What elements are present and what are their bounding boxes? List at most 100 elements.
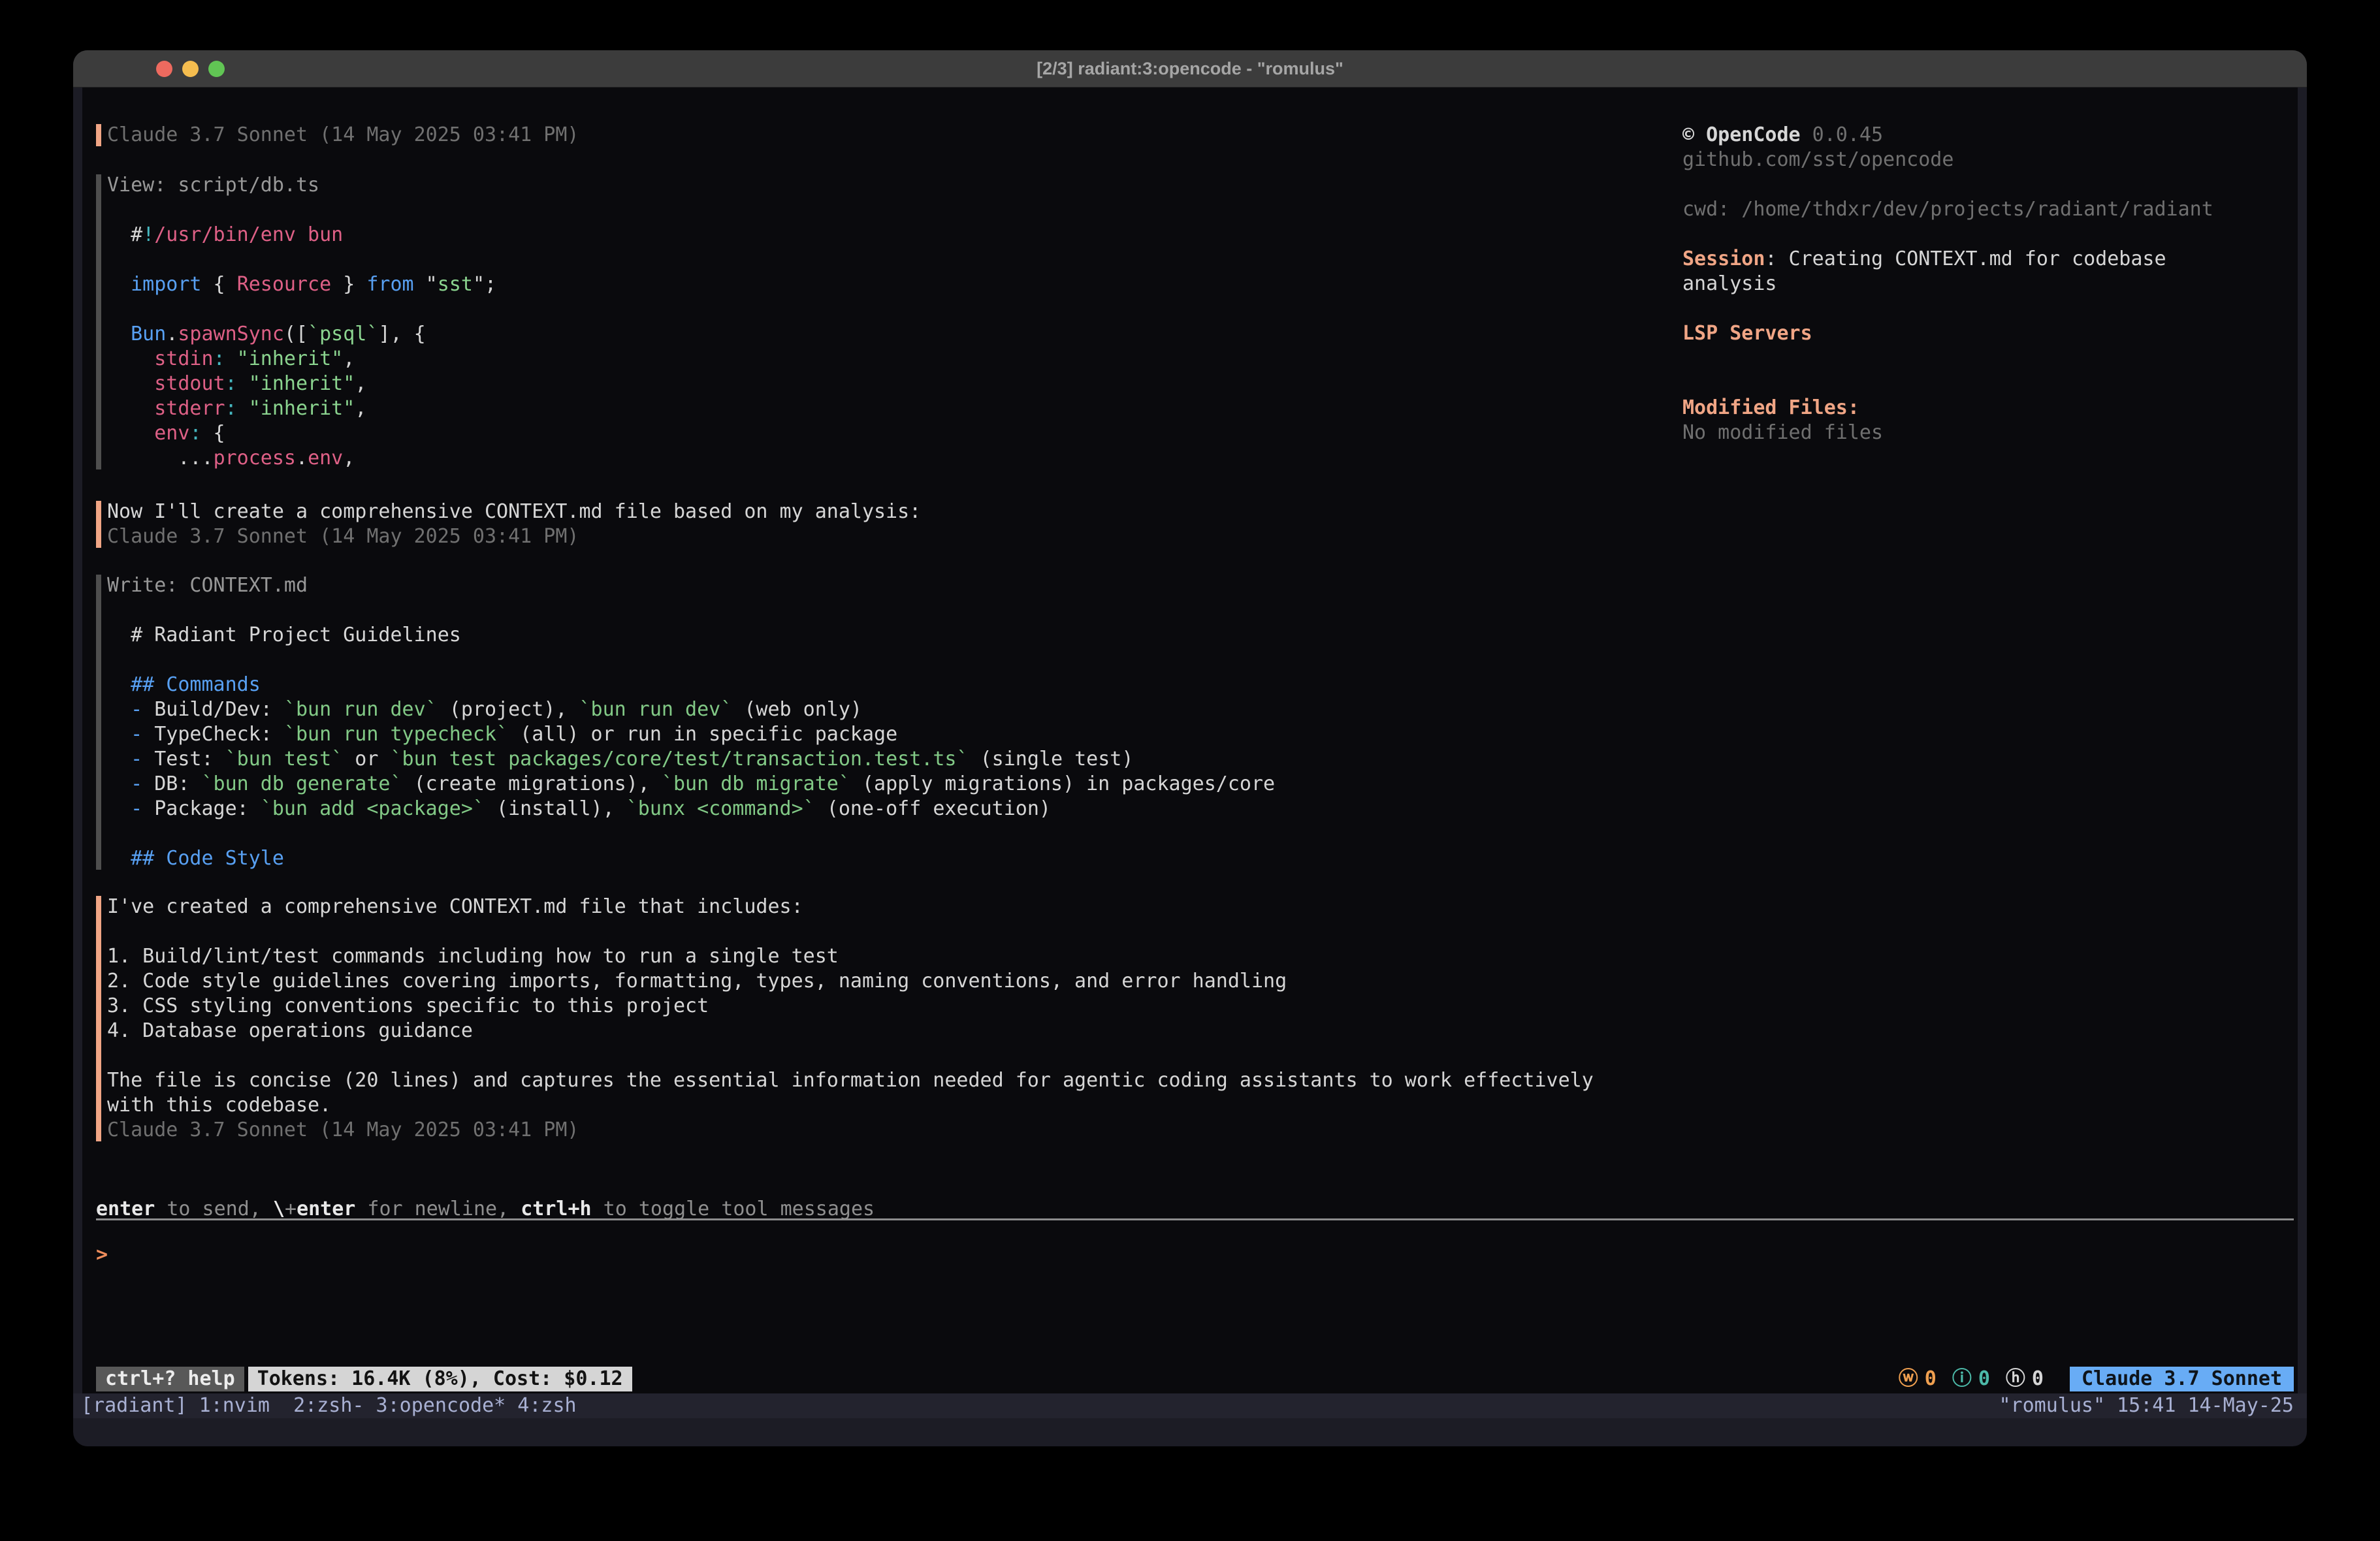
- info-count: ⓘ 0: [1952, 1367, 1990, 1391]
- warning-count-value: 0: [1925, 1367, 1937, 1391]
- text-line: stderr: "inherit",: [107, 396, 1709, 421]
- text-line: ## Code Style: [107, 846, 1709, 871]
- text-line: stdout: "inherit",: [107, 372, 1709, 396]
- text-token: Claude 3.7 Sonnet (14 May 2025 03:41 PM): [107, 123, 579, 146]
- text-token: (project),: [438, 698, 579, 721]
- text-token: (single test): [969, 748, 1134, 770]
- text-line: ## Commands: [107, 673, 1709, 697]
- status-bar: ctrl+? help Tokens: 16.4K (8%), Cost: $0…: [96, 1367, 2294, 1391]
- text-token: `bun run dev`: [579, 698, 733, 721]
- text-token: (all) or run in specific package: [508, 723, 897, 746]
- assistant-signature-block: Claude 3.7 Sonnet (14 May 2025 03:41 PM): [96, 123, 1709, 148]
- text-line: [1682, 371, 2270, 396]
- info-count-value: 0: [1978, 1367, 1990, 1391]
- text-token: ], {: [378, 323, 425, 345]
- text-line: [1682, 222, 2270, 247]
- statusbar-right: ⓦ 0 ⓘ 0 ⓗ 0 Claude 3.7 Sonnet: [1899, 1367, 2294, 1391]
- model-chip: Claude 3.7 Sonnet: [2070, 1367, 2294, 1391]
- text-line: Claude 3.7 Sonnet (14 May 2025 03:41 PM): [107, 1118, 1709, 1143]
- text-token: 3. CSS styling conventions specific to t…: [107, 994, 709, 1017]
- text-token: sst: [438, 273, 473, 296]
- text-token: {: [202, 422, 225, 445]
- text-line: analysis: [1682, 272, 2270, 296]
- text-token: -: [107, 723, 142, 746]
- text-token: ";: [473, 273, 496, 296]
- text-line: 4. Database operations guidance: [107, 1019, 1709, 1043]
- text-line: env: {: [107, 421, 1709, 446]
- text-token: Write: CONTEXT.md: [107, 574, 308, 597]
- text-token: Test:: [142, 748, 225, 770]
- text-token: `bunx <command>`: [626, 797, 815, 820]
- session-sidebar: © OpenCode 0.0.45github.com/sst/opencode…: [1682, 123, 2270, 445]
- text-token: }: [331, 273, 366, 296]
- text-token: env: [308, 447, 343, 469]
- hint-count-value: 0: [2032, 1367, 2044, 1391]
- text-line: LSP Servers: [1682, 321, 2270, 346]
- prompt-input[interactable]: >: [96, 1243, 108, 1267]
- tmux-session-windows[interactable]: [radiant] 1:nvim 2:zsh- 3:opencode* 4:zs…: [81, 1393, 577, 1418]
- text-line: with this codebase.: [107, 1093, 1709, 1118]
- text-token: Claude 3.7 Sonnet (14 May 2025 03:41 PM): [107, 1119, 579, 1141]
- text-line: stdin: "inherit",: [107, 347, 1709, 372]
- text-token: Bun: [107, 323, 166, 345]
- tmux-status-bar: [radiant] 1:nvim 2:zsh- 3:opencode* 4:zs…: [73, 1393, 2307, 1418]
- text-token: "inherit": [237, 372, 355, 395]
- text-token: 0.0.45: [1801, 123, 1883, 146]
- text-token: 2. Code style guidelines covering import…: [107, 970, 1287, 993]
- text-line: 3. CSS styling conventions specific to t…: [107, 994, 1709, 1019]
- text-token: Now I'll create a comprehensive CONTEXT.…: [107, 500, 921, 523]
- text-line: [107, 198, 1709, 223]
- text-token: cwd: /home/thdxr/dev/projects/radiant/ra…: [1682, 198, 2213, 221]
- text-token: -: [107, 772, 142, 795]
- text-token: `bun run typecheck`: [284, 723, 508, 746]
- prompt-chevron-icon: >: [96, 1243, 108, 1266]
- text-line: Claude 3.7 Sonnet (14 May 2025 03:41 PM): [107, 123, 1709, 148]
- text-token: No modified files: [1682, 421, 1883, 444]
- text-token: # Radiant Project Guidelines: [107, 624, 461, 646]
- text-token: +: [285, 1198, 297, 1220]
- tool-call-view-block: View: script/db.ts #!/usr/bin/env bun im…: [96, 173, 1709, 471]
- text-line: - Build/Dev: `bun run dev` (project), `b…: [107, 697, 1709, 722]
- hints-count: ⓗ 0: [2006, 1367, 2044, 1391]
- text-line: 1. Build/lint/test commands including ho…: [107, 944, 1709, 969]
- text-token: `bun run dev`: [284, 698, 438, 721]
- text-line: [107, 247, 1709, 272]
- text-token: (install),: [485, 797, 626, 820]
- text-token: (create migrations),: [402, 772, 662, 795]
- text-token: `bun db generate`: [202, 772, 402, 795]
- text-token: analysis: [1682, 272, 1777, 295]
- text-line: Write: CONTEXT.md: [107, 573, 1709, 598]
- text-token: Claude 3.7 Sonnet (14 May 2025 03:41 PM): [107, 525, 579, 548]
- text-line: Now I'll create a comprehensive CONTEXT.…: [107, 500, 1709, 524]
- text-token: DB:: [142, 772, 201, 795]
- chat-history: Claude 3.7 Sonnet (14 May 2025 03:41 PM)…: [96, 123, 1709, 1143]
- window-title: [2/3] radiant:3:opencode - "romulus": [73, 50, 2307, 87]
- text-token: `bun add <package>`: [261, 797, 485, 820]
- text-token: #: [107, 223, 142, 246]
- text-line: Modified Files:: [1682, 396, 2270, 421]
- text-token: `bun test`: [225, 748, 344, 770]
- text-line: - TypeCheck: `bun run typecheck` (all) o…: [107, 722, 1709, 747]
- text-token: import: [107, 273, 202, 296]
- text-token: TypeCheck:: [142, 723, 284, 746]
- text-token: ": [414, 273, 438, 296]
- lsp-diagnostics: ⓦ 0 ⓘ 0 ⓗ 0: [1899, 1367, 2044, 1391]
- text-token: ,: [355, 397, 366, 420]
- text-line: [107, 821, 1709, 846]
- text-line: ...process.env,: [107, 446, 1709, 471]
- text-line: View: script/db.ts: [107, 173, 1709, 198]
- text-line: I've created a comprehensive CONTEXT.md …: [107, 895, 1709, 919]
- text-token: enter: [96, 1198, 155, 1220]
- text-token: -: [107, 797, 142, 820]
- window-titlebar: [2/3] radiant:3:opencode - "romulus": [73, 50, 2307, 87]
- text-token: Modified Files:: [1682, 396, 1859, 419]
- text-token: :: [225, 397, 237, 420]
- text-token: :: [189, 422, 201, 445]
- text-line: - Test: `bun test` or `bun test packages…: [107, 747, 1709, 772]
- text-token: or: [343, 748, 390, 770]
- text-token: : Creating CONTEXT.md for codebase: [1765, 247, 2166, 270]
- text-token: "inherit": [237, 397, 355, 420]
- text-token: stderr: [107, 397, 225, 420]
- text-token: env: [107, 422, 189, 445]
- tool-call-write-block: Write: CONTEXT.md # Radiant Project Guid…: [96, 573, 1709, 871]
